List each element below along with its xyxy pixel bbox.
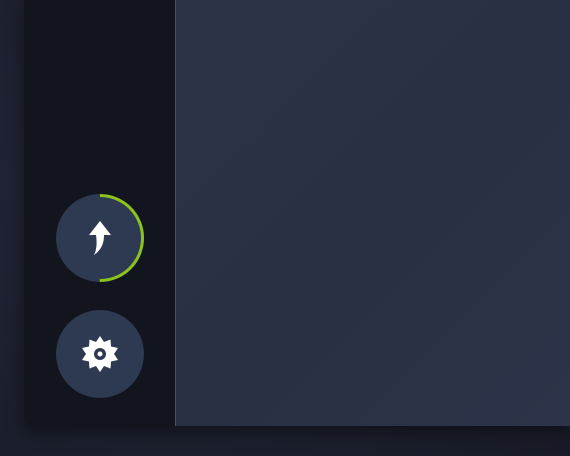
settings-button[interactable] xyxy=(56,310,144,398)
upload-arrow-icon xyxy=(89,221,111,255)
gear-icon xyxy=(82,336,118,372)
upload-button[interactable] xyxy=(56,194,144,282)
main-panel xyxy=(176,0,570,426)
app-window xyxy=(24,0,570,426)
sidebar xyxy=(24,0,176,426)
